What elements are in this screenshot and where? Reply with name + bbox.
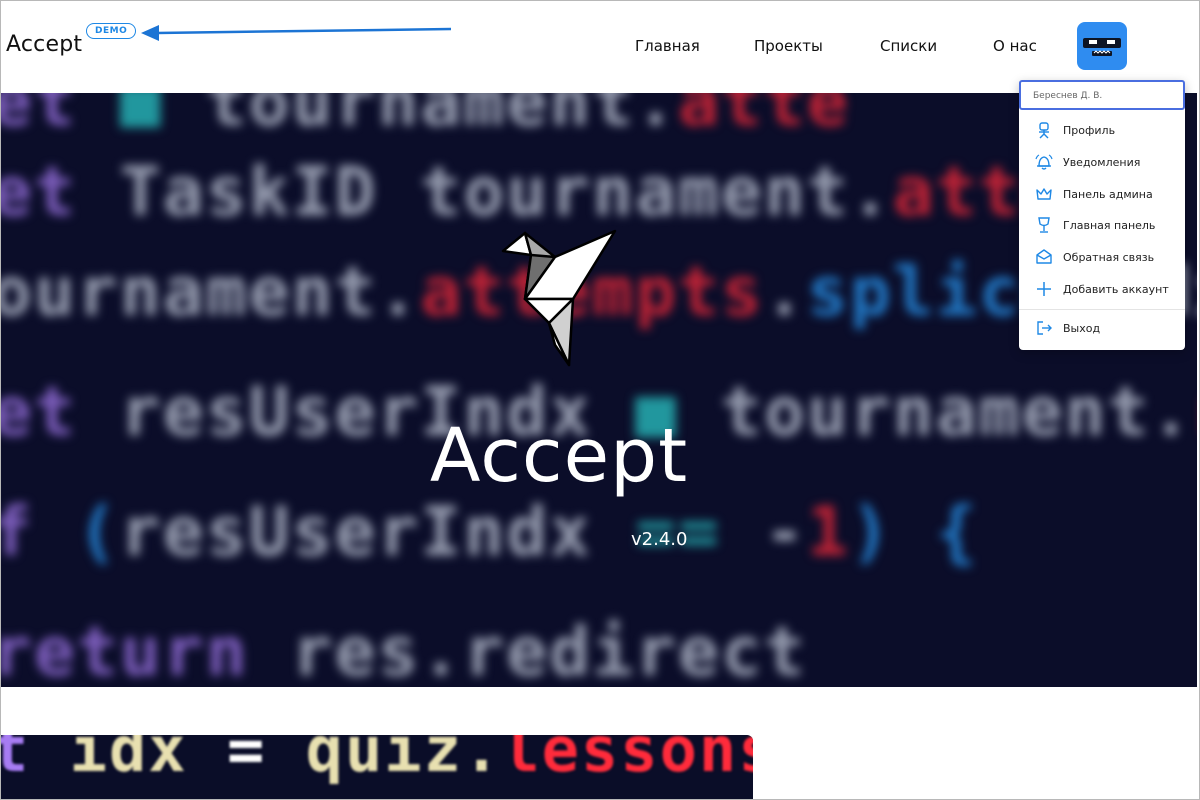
brand-logo-text[interactable]: Accept — [6, 32, 82, 57]
hero-banner: et ■ tournament.atte et TaskID tournamen… — [1, 93, 1197, 687]
menu-item-label: Добавить аккаунт — [1063, 283, 1169, 296]
hero-shade — [1, 93, 1197, 687]
user-avatar[interactable] — [1077, 22, 1127, 70]
goblet-icon — [1038, 217, 1050, 233]
menu-item-label: Уведомления — [1063, 156, 1141, 169]
envelope-icon — [1036, 249, 1052, 264]
menu-item-admin-panel[interactable]: Панель админа — [1019, 181, 1185, 209]
menu-item-label: Панель админа — [1063, 188, 1153, 201]
demo-badge: DEMO — [86, 23, 137, 39]
browser-frame: Accept DEMO Главная Проекты Списки О нас… — [0, 0, 1200, 800]
plus-icon — [1037, 282, 1051, 296]
menu-item-label: Главная панель — [1063, 219, 1156, 232]
menu-item-notifications[interactable]: Уведомления — [1019, 149, 1185, 177]
menu-item-logout[interactable]: Выход — [1019, 315, 1185, 343]
menu-item-label: Обратная связь — [1063, 251, 1155, 264]
annotation-arrow-icon — [141, 25, 452, 41]
nav-home[interactable]: Главная — [635, 37, 700, 55]
menu-item-label: Профиль — [1063, 124, 1116, 137]
crown-icon — [1036, 188, 1052, 200]
menu-item-label: Выход — [1063, 322, 1101, 335]
hero-version: v2.4.0 — [631, 529, 688, 550]
origami-bird-logo-icon — [501, 229, 617, 367]
profile-icon — [1039, 122, 1049, 139]
dropdown-divider — [1019, 309, 1185, 310]
nav-about[interactable]: О нас — [993, 37, 1037, 55]
menu-item-profile[interactable]: Профиль — [1019, 117, 1185, 145]
menu-item-main-panel[interactable]: Главная панель — [1019, 212, 1185, 240]
nav-projects[interactable]: Проекты — [754, 37, 823, 55]
lower-code-text: t idx = quiz.lessons. — [1, 735, 753, 786]
menu-item-add-account[interactable]: Добавить аккаунт — [1019, 276, 1185, 304]
menu-item-feedback[interactable]: Обратная связь — [1019, 244, 1185, 272]
logout-icon — [1037, 321, 1052, 335]
dropdown-username[interactable]: Береснев Д. В. — [1019, 80, 1185, 110]
nav-lists[interactable]: Списки — [880, 37, 937, 55]
bell-icon — [1035, 154, 1053, 170]
user-dropdown-menu: Береснев Д. В. Профиль Уведомления Панел… — [1019, 80, 1185, 350]
hero-title: Accept — [429, 413, 689, 499]
avatar-face-icon — [1083, 38, 1121, 56]
section-code-image: t idx = quiz.lessons. — [1, 735, 753, 799]
